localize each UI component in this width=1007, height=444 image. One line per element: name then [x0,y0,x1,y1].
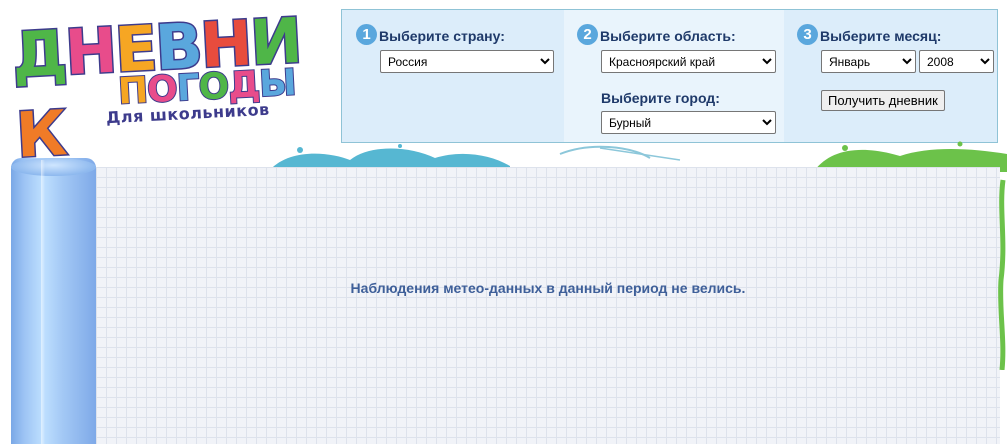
step-3-badge: 3 [797,24,818,45]
step-country: 1 Выберите страну: Россия [342,10,564,142]
country-select[interactable]: Россия [380,50,554,73]
step-region: 2 Выберите область: Красноярский край Вы… [564,10,784,142]
city-select[interactable]: Бурный [601,111,776,134]
region-label: Выберите область: [600,28,736,44]
logo-word1-letter: Н [62,12,119,91]
diary-paper [96,167,1000,444]
month-select[interactable]: Январь [821,50,916,73]
no-data-message: Наблюдения метео-данных в данный период … [350,280,746,296]
paper-roll-highlight [41,160,45,444]
selector-panel: 1 Выберите страну: Россия 2 Выберите обл… [341,9,998,143]
step-1-badge: 1 [356,24,377,45]
city-label: Выберите город: [601,90,720,106]
logo-word1-letter: Д [9,15,69,94]
month-label: Выберите месяц: [820,28,942,44]
get-diary-button[interactable]: Получить дневник [821,90,945,111]
country-label: Выберите страну: [379,28,505,44]
site-logo[interactable]: ДНЕВНИК ПОГОДЫ Для школьников [9,2,314,173]
step-2-badge: 2 [577,24,598,45]
year-select[interactable]: 2008 [919,50,994,73]
region-select[interactable]: Красноярский край [601,50,776,73]
right-splash-decoration [998,179,1006,370]
paper-roll [11,158,96,444]
paper-roll-top [11,158,96,176]
step-month: 3 Выберите месяц: Январь 2008 Получить д… [784,10,997,142]
